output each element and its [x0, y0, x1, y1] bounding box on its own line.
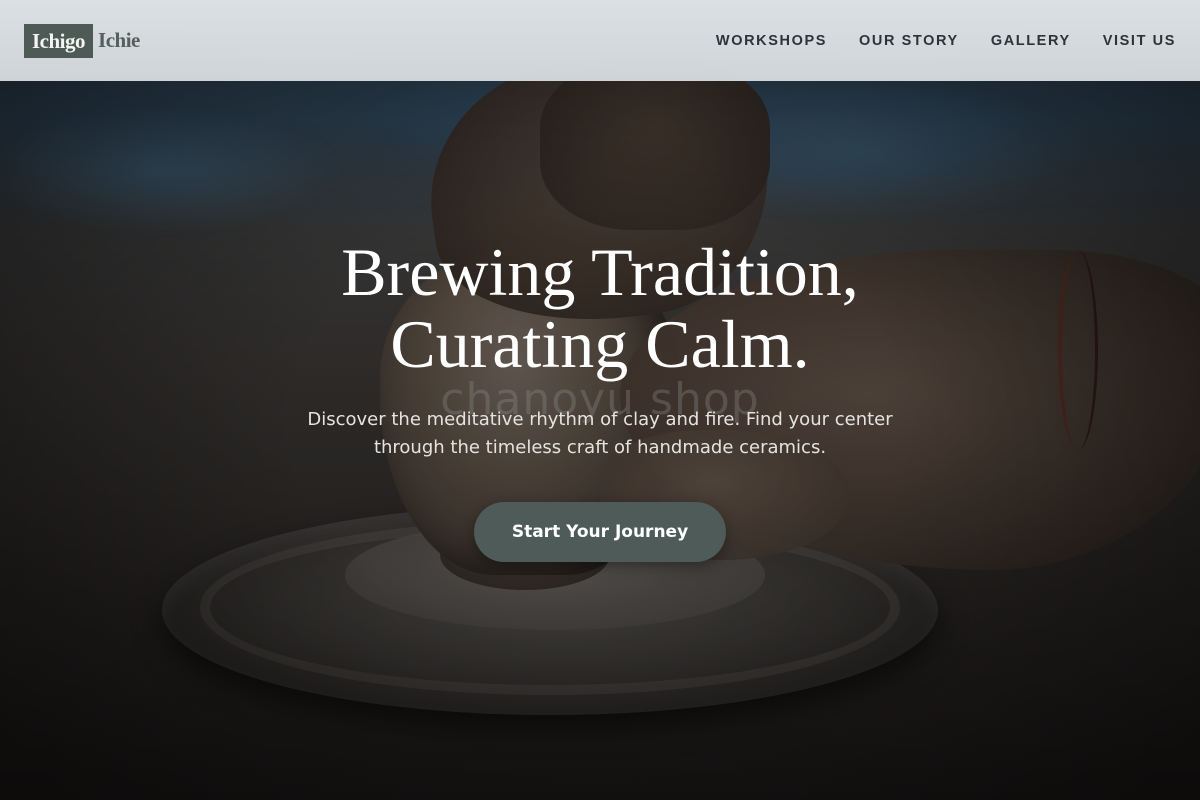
nav-link-visit-us[interactable]: VISIT US	[1103, 33, 1176, 49]
landing-page: chanoyu shop Ichigo Ichie WORKSHOPS OUR …	[0, 0, 1200, 800]
start-journey-button[interactable]: Start Your Journey	[474, 502, 726, 562]
site-logo[interactable]: Ichigo Ichie	[24, 23, 140, 58]
site-header: Ichigo Ichie WORKSHOPS OUR STORY GALLERY…	[0, 0, 1200, 81]
logo-box-text: Ichigo	[24, 23, 94, 58]
main-nav: WORKSHOPS OUR STORY GALLERY VISIT US	[684, 33, 1176, 49]
nav-link-our-story[interactable]: OUR STORY	[859, 33, 959, 49]
hero-title-line-2: Curating Calm.	[390, 306, 810, 382]
nav-link-gallery[interactable]: GALLERY	[991, 33, 1071, 49]
hero-subtitle: Discover the meditative rhythm of clay a…	[307, 409, 893, 458]
hero-title: Brewing Tradition, Curating Calm.	[0, 236, 1200, 380]
logo-text: Ichie	[98, 28, 140, 52]
hero-title-line-1: Brewing Tradition,	[341, 234, 859, 310]
nav-link-workshops[interactable]: WORKSHOPS	[716, 33, 827, 49]
hero-background-image: chanoyu shop	[0, 0, 1200, 800]
